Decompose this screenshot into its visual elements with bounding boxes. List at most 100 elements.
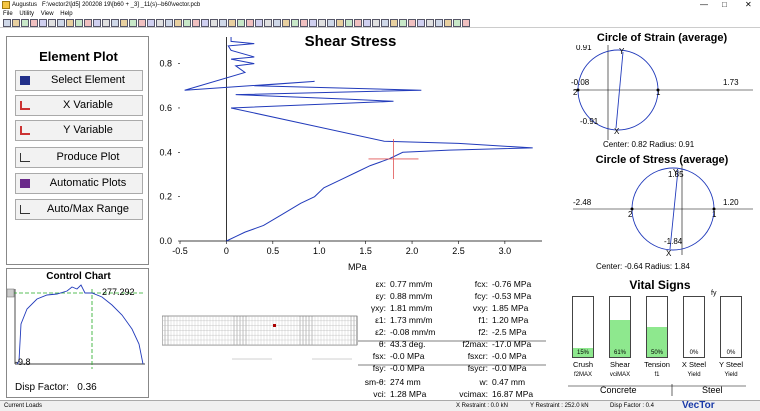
title-bar: Augustus F:\vector2\[d5] 200208 19\[b60 …: [0, 0, 760, 10]
toolbar-tool-icon[interactable]: [101, 19, 110, 27]
maximize-icon[interactable]: □: [722, 0, 727, 10]
menu-file[interactable]: File: [3, 11, 13, 17]
toolbar-tool-icon[interactable]: [335, 19, 344, 27]
toolbar-tool-icon[interactable]: [119, 19, 128, 27]
toolbar-tool-icon[interactable]: [146, 19, 155, 27]
toolbar-tool-icon[interactable]: [56, 19, 65, 27]
toolbar-tool-icon[interactable]: [416, 19, 425, 27]
menu-help[interactable]: Help: [60, 11, 72, 17]
menu-view[interactable]: View: [41, 11, 54, 17]
toolbar-tool-icon[interactable]: [155, 19, 164, 27]
vital-bar-percent: 0%: [726, 350, 736, 356]
minimize-icon[interactable]: —: [700, 0, 708, 10]
automatic-plots-button[interactable]: Automatic Plots: [15, 173, 143, 194]
toolbar-tool-icon[interactable]: [317, 19, 326, 27]
steel-label: Steel: [702, 385, 723, 395]
stress-left-label: -2.48: [573, 198, 592, 207]
toolbar-tool-icon[interactable]: [236, 19, 245, 27]
strain-top-label: 0.91: [576, 45, 592, 52]
strain-point-2: 2: [573, 88, 578, 97]
x-tick-label: 1.5: [359, 246, 372, 256]
toolbar-tool-icon[interactable]: [443, 19, 452, 27]
cube-icon: [20, 76, 30, 85]
toolbar-tool-icon[interactable]: [326, 19, 335, 27]
toolbar-tool-icon[interactable]: [38, 19, 47, 27]
toolbar-tool-icon[interactable]: [182, 19, 191, 27]
toolbar-tool-icon[interactable]: [2, 19, 11, 27]
panel-title: Element Plot: [39, 49, 118, 64]
strain-circle: 0.91 -0.08 1.73 -0.91 2 1 X Y: [571, 45, 753, 140]
toolbar-tool-icon[interactable]: [65, 19, 74, 27]
vital-bar-sub: f2MAX: [573, 372, 592, 378]
stress-circle: 1.85 -2.48 1.20 -1.84 2 1 X Y: [573, 165, 753, 258]
value-separators: [358, 340, 546, 366]
x-variable-button[interactable]: X Variable: [15, 95, 143, 116]
toolbar-tool-icon[interactable]: [362, 19, 371, 27]
toolbar-tool-icon[interactable]: [308, 19, 317, 27]
app-icon: [2, 1, 10, 9]
disp-factor: Disp Factor: 0.36: [15, 382, 97, 393]
toolbar-tool-icon[interactable]: [371, 19, 380, 27]
vital-bar-name: X Steel: [681, 360, 707, 369]
vital-bar-name: Y Steel: [718, 360, 744, 369]
strain-point-x: X: [614, 127, 620, 136]
toolbar-tool-icon[interactable]: [389, 19, 398, 27]
toolbar-tool-icon[interactable]: [344, 19, 353, 27]
vital-bar-sub: f1: [654, 372, 660, 378]
mesh-view[interactable]: [162, 308, 384, 368]
toolbar-tool-icon[interactable]: [407, 19, 416, 27]
toolbar-tool-icon[interactable]: [47, 19, 56, 27]
toolbar-tool-icon[interactable]: [299, 19, 308, 27]
toolbar-tool-icon[interactable]: [137, 19, 146, 27]
toolbar-tool-icon[interactable]: [218, 19, 227, 27]
strain-bottom-label: -0.91: [580, 117, 599, 126]
toolbar-tool-icon[interactable]: [128, 19, 137, 27]
toolbar-tool-icon[interactable]: [74, 19, 83, 27]
toolbar-tool-icon[interactable]: [290, 19, 299, 27]
toolbar-tool-icon[interactable]: [272, 19, 281, 27]
toolbar-tool-icon[interactable]: [29, 19, 38, 27]
select-element-button[interactable]: Select Element: [15, 70, 143, 91]
toolbar-tool-icon[interactable]: [173, 19, 182, 27]
toolbar-tool-icon[interactable]: [227, 19, 236, 27]
toolbar-tool-icon[interactable]: [281, 19, 290, 27]
toolbar-tool-icon[interactable]: [452, 19, 461, 27]
y-variable-button[interactable]: Y Variable: [15, 120, 143, 141]
vital-signs-title: Vital Signs: [629, 278, 691, 292]
toolbar-tool-icon[interactable]: [353, 19, 362, 27]
toolbar-tool-icon[interactable]: [164, 19, 173, 27]
strain-left-label: -0.08: [571, 78, 590, 87]
window-title: Augustus F:\vector2\[d5] 200208 19\[b60 …: [12, 2, 201, 8]
toolbar-tool-icon[interactable]: [461, 19, 470, 27]
fy-label: fy: [711, 290, 717, 297]
toolbar-tool-icon[interactable]: [110, 19, 119, 27]
toolbar-tool-icon[interactable]: [425, 19, 434, 27]
toolbar-tool-icon[interactable]: [92, 19, 101, 27]
toolbar-tool-icon[interactable]: [398, 19, 407, 27]
y-tick-label: 0.6: [159, 103, 172, 113]
toolbar-tool-icon[interactable]: [209, 19, 218, 27]
range-icon: [20, 205, 30, 214]
toolbar-tool-icon[interactable]: [191, 19, 200, 27]
brand-logo: VecTor: [682, 400, 715, 411]
auto-plot-icon: [20, 179, 30, 188]
toolbar-tool-icon[interactable]: [245, 19, 254, 27]
toolbar-tool-icon[interactable]: [20, 19, 29, 27]
variable-icon: [20, 126, 30, 135]
status-x-restraint: X Restraint : 0.0 kN: [456, 403, 509, 409]
close-icon[interactable]: ✕: [745, 0, 752, 10]
auto-max-range-button[interactable]: Auto/Max Range: [15, 199, 143, 220]
x-tick-label: 2.5: [452, 246, 465, 256]
produce-plot-button[interactable]: Produce Plot: [15, 147, 143, 168]
vital-bar: 15%: [572, 296, 594, 358]
toolbar: [0, 18, 760, 28]
toolbar-tool-icon[interactable]: [254, 19, 263, 27]
toolbar-tool-icon[interactable]: [83, 19, 92, 27]
toolbar-tool-icon[interactable]: [263, 19, 272, 27]
toolbar-tool-icon[interactable]: [434, 19, 443, 27]
toolbar-tool-icon[interactable]: [11, 19, 20, 27]
stress-point-2: 2: [628, 210, 633, 219]
menu-utility[interactable]: Utility: [19, 11, 34, 17]
toolbar-tool-icon[interactable]: [200, 19, 209, 27]
toolbar-tool-icon[interactable]: [380, 19, 389, 27]
